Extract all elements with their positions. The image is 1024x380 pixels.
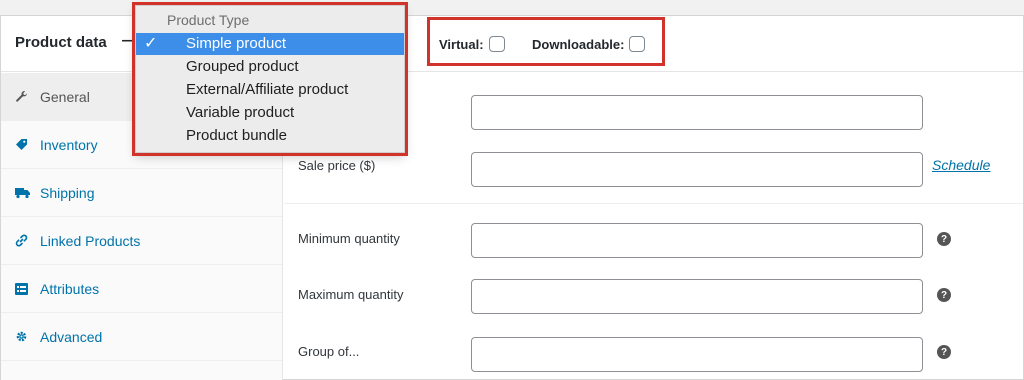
wrench-icon xyxy=(15,90,33,103)
checkbox-highlight-box xyxy=(427,17,665,66)
group-of-label: Group of... xyxy=(298,344,360,359)
max-qty-label: Maximum quantity xyxy=(298,287,404,302)
tab-attributes[interactable]: Attributes xyxy=(1,265,282,313)
tab-general-label: General xyxy=(40,88,90,105)
tab-advanced[interactable]: Advanced xyxy=(1,313,282,361)
tab-linked-products[interactable]: Linked Products xyxy=(1,217,282,265)
tab-attributes-label: Attributes xyxy=(40,280,100,297)
list-icon xyxy=(15,282,33,295)
tab-inventory-label: Inventory xyxy=(40,136,98,153)
schedule-link[interactable]: Schedule xyxy=(932,157,990,173)
tab-linked-products-label: Linked Products xyxy=(40,232,141,249)
sale-price-input[interactable] xyxy=(471,152,923,187)
link-icon xyxy=(15,234,33,247)
group-of-input[interactable] xyxy=(471,337,923,372)
tab-advanced-label: Advanced xyxy=(40,328,103,345)
min-qty-input[interactable] xyxy=(471,223,923,258)
tab-shipping[interactable]: Shipping xyxy=(1,169,282,217)
gear-icon xyxy=(15,330,33,343)
section-divider xyxy=(284,203,1023,204)
group-of-help-icon[interactable]: ? xyxy=(937,345,951,359)
tag-icon xyxy=(15,138,33,151)
dropdown-highlight-box xyxy=(132,2,408,156)
min-qty-label: Minimum quantity xyxy=(298,231,400,246)
min-qty-help-icon[interactable]: ? xyxy=(937,232,951,246)
panel-title: Product data xyxy=(15,34,107,51)
tab-shipping-label: Shipping xyxy=(40,184,95,201)
truck-icon xyxy=(15,187,33,199)
max-qty-help-icon[interactable]: ? xyxy=(937,288,951,302)
max-qty-input[interactable] xyxy=(471,279,923,314)
sale-price-label: Sale price ($) xyxy=(298,158,376,173)
regular-price-input[interactable] xyxy=(471,95,923,130)
